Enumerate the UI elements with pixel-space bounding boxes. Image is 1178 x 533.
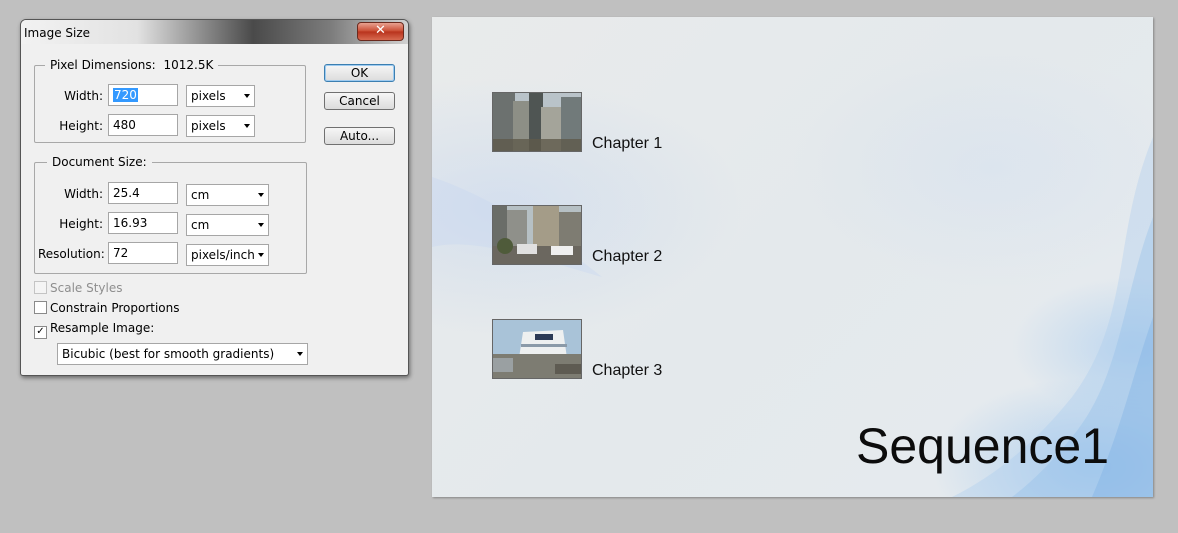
chapter-1-label[interactable]: Chapter 1 (592, 135, 662, 153)
sequence-title: Sequence1 (856, 418, 1110, 474)
scale-styles-option: Scale Styles (34, 281, 123, 295)
city-buildings-thumbnail (493, 93, 581, 151)
constrain-proportions-label: Constrain Proportions (50, 301, 180, 315)
pixel-height-unit: pixels (191, 119, 226, 133)
chapter-3-thumbnail[interactable] (492, 319, 582, 379)
doc-width-label: Width: (64, 187, 103, 201)
document-size-group: Document Size: Width: 25.4 cm Height: 16… (34, 155, 307, 274)
resample-method-value: Bicubic (best for smooth gradients) (62, 347, 275, 361)
pixel-width-unit: pixels (191, 89, 226, 103)
resolution-unit: pixels/inch (191, 248, 255, 262)
close-button[interactable]: ✕ (357, 22, 404, 41)
dialog-title: Image Size (24, 26, 91, 40)
ok-button[interactable]: OK (324, 64, 395, 82)
pixel-height-label: Height: (59, 119, 103, 133)
cruise-ship-thumbnail (493, 320, 581, 378)
chevron-down-icon (297, 352, 303, 356)
street-traffic-thumbnail (493, 206, 581, 264)
chapter-1-thumbnail[interactable] (492, 92, 582, 152)
constrain-proportions-option[interactable]: Constrain Proportions (34, 301, 180, 315)
chevron-down-icon (244, 124, 250, 128)
constrain-proportions-checkbox[interactable] (34, 301, 47, 314)
chapter-3-label[interactable]: Chapter 3 (592, 362, 662, 380)
scale-styles-checkbox (34, 281, 47, 294)
pixel-width-unit-select[interactable]: pixels (186, 85, 255, 107)
chapter-2-thumbnail[interactable] (492, 205, 582, 265)
doc-height-unit: cm (191, 218, 210, 232)
chapter-2-label[interactable]: Chapter 2 (592, 248, 662, 266)
resample-image-label: Resample Image: (50, 321, 155, 335)
pixel-width-input[interactable]: 720 (108, 84, 178, 106)
pixel-height-unit-select[interactable]: pixels (186, 115, 255, 137)
resample-image-checkbox[interactable]: ✓ (34, 326, 47, 339)
document-size-label: Document Size: (47, 155, 152, 169)
document-canvas[interactable]: Chapter 1 Chapter 2 Chapter 3 Sequence1 (432, 17, 1153, 497)
pixel-dimensions-label: Pixel Dimensions: (50, 58, 156, 72)
doc-width-unit: cm (191, 188, 210, 202)
pixel-dimensions-size: 1012.5K (163, 58, 214, 72)
dialog-titlebar[interactable]: Image Size ✕ (21, 20, 408, 44)
pixel-width-value: 720 (113, 88, 138, 102)
pixel-dimensions-group: Pixel Dimensions: 1012.5K Width: 720 pix… (34, 58, 306, 143)
pixel-height-input[interactable]: 480 (108, 114, 178, 136)
resolution-unit-select[interactable]: pixels/inch (186, 244, 269, 266)
chevron-down-icon (258, 223, 264, 227)
pixel-dimensions-legend: Pixel Dimensions: 1012.5K (45, 58, 219, 72)
doc-height-input[interactable]: 16.93 (108, 212, 178, 234)
resolution-label: Resolution: (38, 247, 105, 261)
chevron-down-icon (258, 193, 264, 197)
resample-image-option[interactable]: ✓ Resample Image: (34, 321, 154, 339)
doc-width-unit-select[interactable]: cm (186, 184, 269, 206)
chevron-down-icon (258, 253, 264, 257)
doc-height-label: Height: (59, 217, 103, 231)
cancel-button[interactable]: Cancel (324, 92, 395, 110)
image-size-dialog: Image Size ✕ Pixel Dimensions: 1012.5K W… (20, 19, 409, 376)
scale-styles-label: Scale Styles (50, 281, 123, 295)
chevron-down-icon (244, 94, 250, 98)
checkmark-icon: ✓ (36, 326, 45, 337)
pixel-width-label: Width: (64, 89, 103, 103)
doc-height-unit-select[interactable]: cm (186, 214, 269, 236)
doc-width-input[interactable]: 25.4 (108, 182, 178, 204)
resolution-input[interactable]: 72 (108, 242, 178, 264)
auto-button[interactable]: Auto... (324, 127, 395, 145)
resample-method-select[interactable]: Bicubic (best for smooth gradients) (57, 343, 308, 365)
